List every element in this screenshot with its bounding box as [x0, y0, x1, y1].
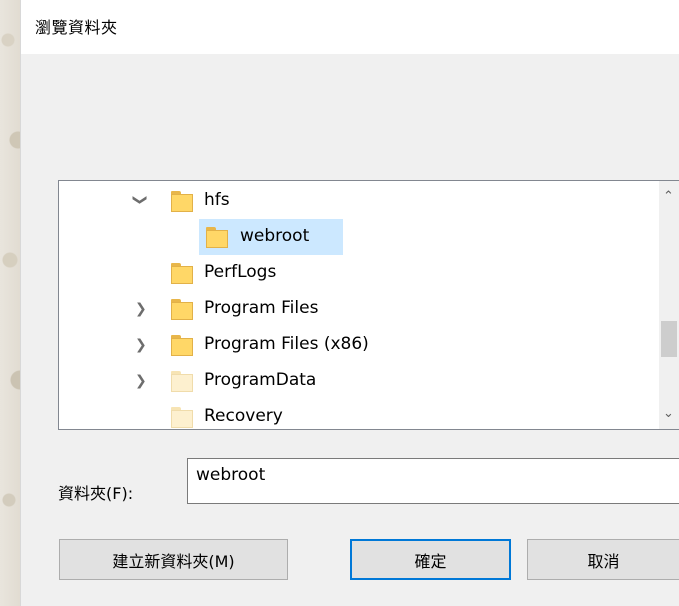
- folder-tree[interactable]: ❯ hfs webroot PerfLogs ❯ Program Files ❯…: [58, 180, 679, 430]
- chevron-down-icon[interactable]: ❯: [132, 194, 148, 208]
- chevron-right-icon[interactable]: ❯: [135, 302, 149, 316]
- tree-item-program-files[interactable]: ❯ Program Files: [59, 291, 659, 327]
- tree-item-program-files-x86[interactable]: ❯ Program Files (x86): [59, 327, 659, 363]
- tree-item-programdata[interactable]: ❯ ProgramData: [59, 363, 659, 399]
- folder-icon: [171, 191, 193, 213]
- folder-icon: [171, 263, 193, 285]
- chevron-right-icon[interactable]: ❯: [135, 374, 149, 388]
- folder-icon-hidden: [171, 371, 193, 393]
- tree-item-perflogs[interactable]: PerfLogs: [59, 255, 659, 291]
- folder-name-input[interactable]: webroot: [187, 458, 679, 504]
- chevron-down-icon[interactable]: ⌄: [663, 406, 674, 421]
- tree-item-label: Recovery: [204, 406, 283, 426]
- title-bar[interactable]: 瀏覽資料夾: [21, 0, 679, 54]
- chevron-up-icon[interactable]: ⌃: [663, 189, 674, 204]
- cancel-button[interactable]: 取消: [527, 539, 679, 580]
- vertical-scrollbar[interactable]: ⌃ ⌄: [659, 181, 679, 429]
- tree-item-label: Program Files (x86): [204, 334, 369, 354]
- tree-item-hfs[interactable]: ❯ hfs: [59, 183, 659, 219]
- dialog-title: 瀏覽資料夾: [35, 18, 118, 37]
- tree-item-label: Program Files: [204, 298, 319, 318]
- folder-field-label: 資料夾(F):: [58, 484, 134, 503]
- folder-icon: [171, 335, 193, 357]
- folder-icon-hidden: [171, 407, 193, 429]
- scrollbar-thumb[interactable]: [661, 321, 677, 357]
- tree-item-label: webroot: [240, 226, 310, 246]
- tree-item-label: hfs: [204, 190, 230, 210]
- new-folder-button[interactable]: 建立新資料夾(M): [59, 539, 288, 580]
- folder-icon: [171, 299, 193, 321]
- chevron-right-icon[interactable]: ❯: [135, 338, 149, 352]
- ok-button[interactable]: 確定: [350, 539, 511, 580]
- browse-folder-dialog: 瀏覽資料夾 ❯ hfs webroot PerfLogs ❯ Program F…: [20, 0, 679, 606]
- folder-icon: [206, 227, 228, 249]
- tree-item-recovery[interactable]: Recovery: [59, 399, 659, 429]
- tree-item-webroot[interactable]: webroot: [199, 219, 343, 255]
- tree-item-label: PerfLogs: [204, 262, 277, 282]
- tree-item-label: ProgramData: [204, 370, 317, 390]
